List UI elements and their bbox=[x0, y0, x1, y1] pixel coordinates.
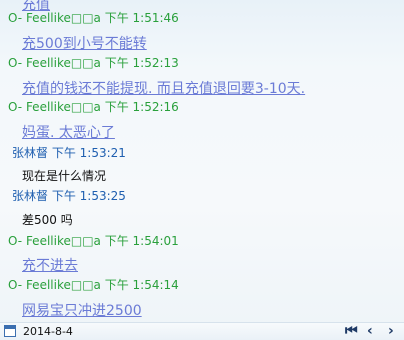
message-link[interactable]: 充值的钱还不能提现. 而且充值退回要3-10天. bbox=[22, 78, 305, 98]
message-link[interactable]: 网易宝只冲进2500 bbox=[22, 300, 142, 320]
message-time: 下午 1:54:14 bbox=[104, 278, 179, 292]
first-page-icon[interactable]: ⏮ bbox=[345, 323, 358, 340]
sender-name: Feellike□□а bbox=[25, 100, 101, 114]
message-header: O- Feellike□□а 下午 1:54:01 bbox=[8, 233, 179, 249]
sender-marker: O- bbox=[8, 11, 23, 25]
sender-name: 张林督 bbox=[12, 146, 49, 160]
message-header: 张林督 下午 1:53:21 bbox=[12, 145, 126, 161]
sender-marker: O- bbox=[8, 100, 23, 114]
sender-marker: O- bbox=[8, 56, 23, 70]
message-link[interactable]: 充500到小号不能转 bbox=[22, 33, 147, 53]
sender-name: Feellike□□а bbox=[25, 278, 101, 292]
message-time: 下午 1:53:25 bbox=[51, 189, 126, 203]
sender-name: Feellike□□а bbox=[25, 56, 101, 70]
sender-marker: O- bbox=[8, 234, 23, 248]
message-text: 差500 吗 bbox=[22, 213, 73, 227]
message-time: 下午 1:53:21 bbox=[51, 146, 126, 160]
message-time: 下午 1:54:01 bbox=[104, 234, 179, 248]
message-link[interactable]: 充不进去 bbox=[22, 255, 78, 275]
sender-marker: O- bbox=[8, 278, 23, 292]
message-header: O- Feellike□□а 下午 1:51:46 bbox=[8, 10, 179, 26]
message-header: O- Feellike□□а 下午 1:52:16 bbox=[8, 99, 179, 115]
message-time: 下午 1:52:16 bbox=[104, 100, 179, 114]
calendar-icon[interactable] bbox=[4, 325, 16, 337]
sender-name: Feellike□□а bbox=[25, 11, 101, 25]
message-header: O- Feellike□□а 下午 1:52:13 bbox=[8, 55, 179, 71]
previous-page-icon[interactable]: ‹ bbox=[367, 323, 373, 340]
sender-name: Feellike□□а bbox=[25, 234, 101, 248]
history-date[interactable]: 2014-8-4 bbox=[23, 323, 73, 340]
sender-name: 张林督 bbox=[12, 189, 49, 203]
message-header: O- Feellike□□а 下午 1:54:14 bbox=[8, 277, 179, 293]
message-header: 张林督 下午 1:53:25 bbox=[12, 188, 126, 204]
history-footer: 2014-8-4 ⏮ ‹ › bbox=[0, 322, 404, 340]
chat-history[interactable]: 充值 O- Feellike□□а 下午 1:51:46 充500到小号不能转 … bbox=[0, 0, 404, 322]
next-page-icon[interactable]: › bbox=[388, 323, 394, 340]
message-time: 下午 1:51:46 bbox=[104, 11, 179, 25]
message-link[interactable]: 妈蛋. 太恶心了 bbox=[22, 122, 115, 142]
message-time: 下午 1:52:13 bbox=[104, 56, 179, 70]
message-text: 现在是什么情况 bbox=[22, 169, 107, 183]
